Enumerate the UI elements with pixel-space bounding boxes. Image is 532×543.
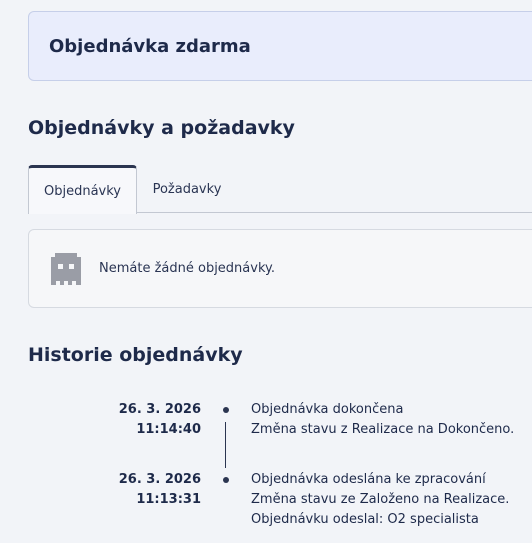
event-time: 11:14:40 — [136, 422, 201, 437]
event-time: 11:13:31 — [136, 492, 201, 507]
history-section-title: Historie objednávky — [28, 344, 243, 366]
timeline-dot — [223, 477, 229, 483]
empty-state-text: Nemáte žádné objednávky. — [99, 261, 275, 276]
empty-state: Nemáte žádné objednávky. — [28, 229, 532, 308]
event-line: Objednávku odeslal: O2 specialista — [251, 512, 479, 527]
event-date: 26. 3. 2026 — [118, 402, 201, 417]
ghost-icon — [51, 252, 81, 285]
tab-requests[interactable]: Požadavky — [138, 165, 236, 213]
orders-section-title: Objednávky a požadavky — [28, 117, 295, 139]
timeline-line — [225, 422, 226, 468]
tab-orders[interactable]: Objednávky — [28, 165, 137, 214]
tab-bar: Objednávky Požadavky — [28, 165, 532, 214]
page: Objednávka zdarma Objednávky a požadavky… — [0, 0, 532, 543]
event-line: Objednávka dokončena — [251, 402, 404, 417]
event-date: 26. 3. 2026 — [118, 472, 201, 487]
event-line: Změna stavu ze Založeno na Realizace. — [251, 492, 510, 507]
event-line: Změna stavu z Realizace na Dokončeno. — [251, 422, 515, 437]
banner-title: Objednávka zdarma — [49, 35, 251, 57]
timeline-dot — [223, 407, 229, 413]
event-line: Objednávka odeslána ke zpracování — [251, 472, 486, 487]
free-order-banner: Objednávka zdarma — [28, 11, 532, 81]
